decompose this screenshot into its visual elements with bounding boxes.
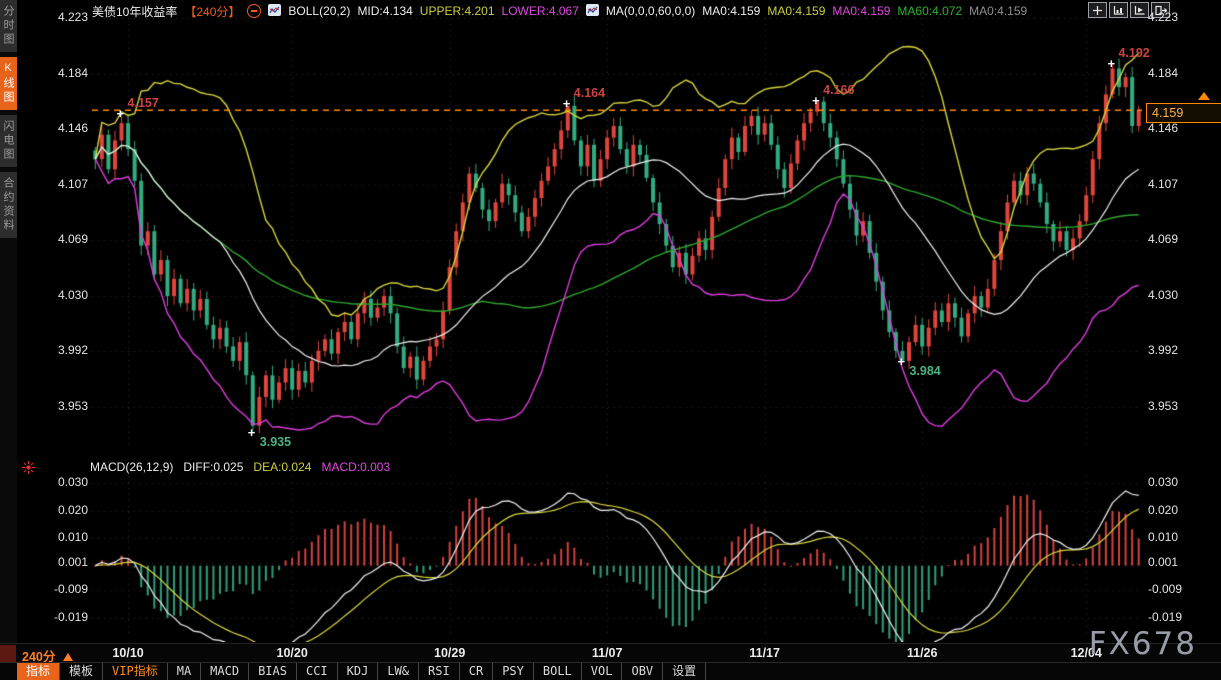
price-tick-left: 4.184 xyxy=(40,66,88,80)
fx678-watermark: FX678 xyxy=(1089,626,1197,662)
sidebar-tab-lightning-chart[interactable]: 闪电图 xyxy=(0,115,17,167)
macd-chart-canvas[interactable] xyxy=(92,466,1142,642)
toolbar-item-MA[interactable]: MA xyxy=(168,663,201,680)
extreme-cross-marker: + xyxy=(248,428,256,437)
macd-label: MACD(26,12,9) xyxy=(90,460,173,474)
toolbar-item-BOLL[interactable]: BOLL xyxy=(534,663,582,680)
main-chart-canvas[interactable] xyxy=(92,14,1142,451)
timeframe-up-arrow-icon xyxy=(63,653,73,661)
price-tick-right: 3.953 xyxy=(1148,399,1196,413)
date-tick: 11/17 xyxy=(730,646,800,660)
macd-tick-right: 0.030 xyxy=(1148,475,1196,489)
macd-tick-right: 0.020 xyxy=(1148,503,1196,517)
macd-tick-right: -0.019 xyxy=(1148,610,1196,624)
indicator-toolbar: 指标模板VIP指标MAMACDBIASCCIKDJLW&RSICRPSYBOLL… xyxy=(0,662,1221,680)
sidebar-tab-kline-chart[interactable]: K线图 xyxy=(0,57,17,110)
macd-tick-right: 0.001 xyxy=(1148,555,1196,569)
price-tick-left: 3.992 xyxy=(40,343,88,357)
extreme-cross-marker: + xyxy=(897,357,905,366)
toolbar-item-模板[interactable]: 模板 xyxy=(60,663,103,680)
price-tick-left: 4.069 xyxy=(40,232,88,246)
macd-tick-left: -0.009 xyxy=(40,582,88,596)
toolbar-item-VOL[interactable]: VOL xyxy=(582,663,623,680)
price-tick-left: 4.146 xyxy=(40,121,88,135)
high-price-annotation: 4.164 xyxy=(574,86,605,100)
current-price-box: 4.159 xyxy=(1146,103,1221,123)
toolbar-item-CR[interactable]: CR xyxy=(460,663,493,680)
toolbar-item-VIP指标[interactable]: VIP指标 xyxy=(103,663,168,680)
toolbar-item-PSY[interactable]: PSY xyxy=(493,663,534,680)
macd-dea-value: DEA:0.024 xyxy=(253,460,311,474)
toolbar-item-设置[interactable]: 设置 xyxy=(663,663,706,680)
left-sidebar: 分时图 K线图 闪电图 合约资料 xyxy=(0,0,17,679)
toolbar-item-OBV[interactable]: OBV xyxy=(622,663,663,680)
price-tick-right: 4.223 xyxy=(1148,10,1196,24)
extreme-cross-marker: + xyxy=(117,109,125,118)
macd-tick-left: 0.030 xyxy=(40,475,88,489)
toolbar-item-指标[interactable]: 指标 xyxy=(17,663,60,680)
sidebar-tab-contract-info[interactable]: 合约资料 xyxy=(0,172,17,238)
date-tick: 10/29 xyxy=(415,646,485,660)
price-tick-right: 3.992 xyxy=(1148,343,1196,357)
toolbar-item-BIAS[interactable]: BIAS xyxy=(249,663,297,680)
macd-tick-right: -0.009 xyxy=(1148,582,1196,596)
macd-tick-right: 0.010 xyxy=(1148,530,1196,544)
corner-logo-block xyxy=(0,645,16,662)
date-tick: 10/10 xyxy=(93,646,163,660)
macd-tick-left: 0.020 xyxy=(40,503,88,517)
toolbar-item-CCI[interactable]: CCI xyxy=(297,663,338,680)
extreme-cross-marker: + xyxy=(812,96,820,105)
price-tick-left: 4.030 xyxy=(40,288,88,302)
price-tick-left: 4.223 xyxy=(40,10,88,24)
price-up-arrow-icon xyxy=(1198,92,1210,100)
macd-tick-left: 0.001 xyxy=(40,555,88,569)
toolbar-item-MACD[interactable]: MACD xyxy=(201,663,249,680)
date-tick: 11/26 xyxy=(887,646,957,660)
sidebar-tab-time-chart[interactable]: 分时图 xyxy=(0,0,17,52)
macd-tick-left: -0.019 xyxy=(40,610,88,624)
date-tick: 10/20 xyxy=(257,646,327,660)
date-tick: 11/07 xyxy=(572,646,642,660)
macd-indicator-header: MACD(26,12,9) DIFF:0.025 DEA:0.024 MACD:… xyxy=(90,460,390,474)
macd-tick-left: 0.010 xyxy=(40,530,88,544)
price-tick-left: 3.953 xyxy=(40,399,88,413)
price-tick-right: 4.030 xyxy=(1148,288,1196,302)
high-price-annotation: 4.157 xyxy=(128,96,159,110)
high-price-annotation: 4.166 xyxy=(823,83,854,97)
extreme-cross-marker: + xyxy=(1107,59,1115,68)
macd-diff-value: DIFF:0.025 xyxy=(183,460,243,474)
toolbar-item-LW&[interactable]: LW& xyxy=(378,663,419,680)
price-tick-right: 4.107 xyxy=(1148,177,1196,191)
toolbar-item-KDJ[interactable]: KDJ xyxy=(338,663,379,680)
price-tick-left: 4.107 xyxy=(40,177,88,191)
toolbar-item-RSI[interactable]: RSI xyxy=(419,663,460,680)
extreme-cross-marker: + xyxy=(563,99,571,108)
low-price-annotation: 3.935 xyxy=(260,435,291,449)
price-tick-right: 4.184 xyxy=(1148,66,1196,80)
low-price-annotation: 3.984 xyxy=(909,364,940,378)
price-tick-right: 4.146 xyxy=(1148,121,1196,135)
price-tick-right: 4.069 xyxy=(1148,232,1196,246)
macd-macd-value: MACD:0.003 xyxy=(321,460,390,474)
high-price-annotation: 4.192 xyxy=(1118,46,1149,60)
macd-settings-icon[interactable] xyxy=(21,460,36,480)
